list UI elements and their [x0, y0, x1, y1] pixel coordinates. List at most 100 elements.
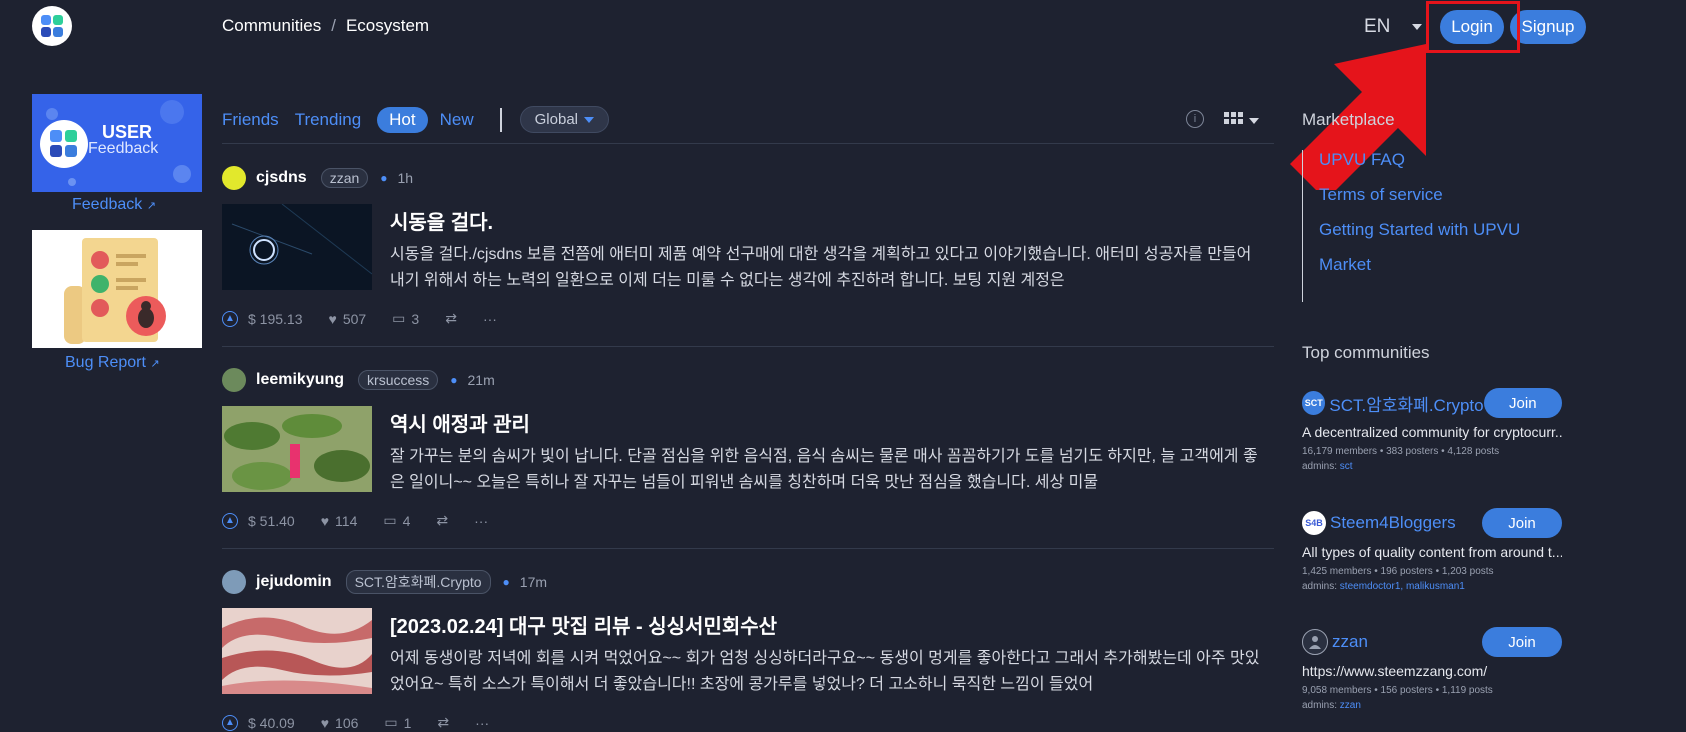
post-thumbnail-image: [222, 608, 372, 694]
avatar[interactable]: [222, 368, 246, 392]
post-title[interactable]: [2023.02.24] 대구 맛집 리뷰 - 싱싱서민회수산: [390, 610, 777, 639]
post-item[interactable]: cjsdns zzan ● 1h 시동을 걸다. 시동을 걸다./cjsdns …: [222, 166, 1274, 336]
community-avatar[interactable]: SCT: [1302, 391, 1326, 415]
admin-link[interactable]: sct: [1340, 461, 1353, 472]
comment-icon: ▭: [384, 714, 398, 730]
language-label: EN: [1364, 16, 1391, 37]
marketplace-link-getting-started[interactable]: Getting Started with UPVU: [1319, 220, 1520, 240]
community-tag[interactable]: SCT.암호화폐.Crypto: [345, 570, 491, 594]
avatar[interactable]: [222, 570, 246, 594]
comments-count[interactable]: ▭ 3: [392, 310, 419, 327]
post-title[interactable]: 시동을 걸다.: [390, 206, 493, 235]
community-tag[interactable]: krsuccess: [358, 370, 439, 390]
resteem-icon[interactable]: ⇄: [437, 714, 449, 731]
post-excerpt[interactable]: 어제 동생이랑 저녁에 회를 시켜 먹었어요~~ 회가 엄청 싱싱하더라구요~~…: [390, 646, 1270, 698]
community-stats: 16,179 members • 383 posters • 4,128 pos…: [1302, 446, 1500, 457]
post-thumbnail[interactable]: [222, 204, 372, 290]
post-actions: ▲ $ 40.09 ♥ 106 ▭ 1 ⇄ ···: [222, 714, 515, 731]
community-admins: admins: steemdoctor1, malikusman1: [1302, 581, 1562, 592]
community-admins: admins: sct: [1302, 461, 1562, 472]
feedback-banner-subtitle: Feedback: [88, 140, 159, 157]
post-thumbnail-image: [222, 204, 372, 290]
post-title[interactable]: 역시 애정과 관리: [390, 408, 530, 437]
marketplace-link-terms[interactable]: Terms of service: [1319, 185, 1520, 205]
breadcrumb-communities[interactable]: Communities: [222, 16, 321, 36]
breadcrumb-separator: /: [331, 16, 336, 35]
tab-new[interactable]: New: [440, 110, 474, 130]
post-author[interactable]: leemikyung: [256, 371, 344, 389]
votes-value: 106: [335, 714, 359, 731]
external-link-icon: ↗: [150, 358, 160, 370]
post-meta: cjsdns zzan ● 1h: [222, 166, 413, 190]
votes-count[interactable]: ♥ 106: [321, 715, 359, 731]
post-author[interactable]: cjsdns: [256, 169, 307, 187]
tab-friends[interactable]: Friends: [222, 110, 279, 130]
tabs-divider: [499, 107, 502, 132]
post-time: 1h: [397, 170, 414, 186]
community-card: zzan Join https://www.steemzzang.com/ 9,…: [1302, 627, 1562, 711]
admin-link[interactable]: zzan: [1340, 700, 1361, 711]
more-options-icon[interactable]: ···: [474, 513, 488, 529]
join-button[interactable]: Join: [1482, 627, 1562, 657]
bug-report-link[interactable]: Bug Report ↗: [65, 354, 160, 372]
feedback-link[interactable]: Feedback ↗: [72, 196, 156, 214]
login-highlight-box: [1426, 1, 1520, 53]
marketplace-title: Marketplace: [1302, 110, 1395, 129]
user-avatar-icon[interactable]: [1302, 629, 1328, 655]
post-author[interactable]: jejudomin: [256, 573, 332, 591]
votes-count[interactable]: ♥ 114: [321, 513, 358, 529]
global-filter-dropdown[interactable]: Global: [519, 106, 609, 133]
community-name[interactable]: Steem4Bloggers: [1330, 513, 1482, 533]
post-excerpt[interactable]: 잘 가꾸는 분의 솜씨가 빛이 납니다. 단골 점심을 위한 음식점, 음식 솜…: [390, 444, 1270, 496]
more-options-icon[interactable]: ···: [483, 311, 497, 327]
comments-value: 1: [403, 714, 412, 731]
resteem-icon[interactable]: ⇄: [445, 310, 457, 327]
comments-count[interactable]: ▭ 1: [384, 714, 411, 731]
grid-view-icon[interactable]: [1224, 112, 1243, 124]
post-excerpt[interactable]: 시동을 걸다./cjsdns 보름 전쯤에 애터미 제품 예약 선구매에 대한 …: [390, 242, 1270, 294]
bug-report-banner[interactable]: [32, 230, 202, 348]
site-logo[interactable]: [32, 6, 72, 46]
post-meta: jejudomin SCT.암호화폐.Crypto ● 17m: [222, 570, 547, 594]
tab-trending[interactable]: Trending: [295, 110, 361, 130]
marketplace-link-faq[interactable]: UPVU FAQ: [1319, 150, 1520, 170]
breadcrumb-ecosystem[interactable]: Ecosystem: [346, 16, 429, 36]
more-options-icon[interactable]: ···: [475, 715, 489, 731]
post-item[interactable]: jejudomin SCT.암호화폐.Crypto ● 17m [2023.02…: [222, 570, 1274, 732]
post-thumbnail[interactable]: [222, 406, 372, 492]
admin-link[interactable]: steemdoctor1, malikusman1: [1340, 581, 1465, 592]
marketplace-link-market[interactable]: Market: [1319, 255, 1520, 275]
community-tag[interactable]: zzan: [320, 168, 369, 188]
community-stats: 1,425 members • 196 posters • 1,203 post…: [1302, 566, 1494, 577]
community-card: S4B Steem4Bloggers Join All types of qua…: [1302, 508, 1562, 592]
community-name[interactable]: SCT.암호화폐.Crypto: [1329, 391, 1483, 416]
upvote-icon[interactable]: ▲: [222, 310, 238, 327]
join-button[interactable]: Join: [1482, 508, 1562, 538]
user-feedback-banner[interactable]: USER Feedback: [32, 94, 202, 192]
join-button[interactable]: Join: [1483, 388, 1562, 418]
votes-count[interactable]: ♥ 507: [329, 311, 367, 327]
info-icon[interactable]: i: [1186, 110, 1204, 128]
tab-hot[interactable]: Hot: [377, 106, 428, 133]
post-item[interactable]: leemikyung krsuccess ● 21m 역시 애정과 관리 잘 가…: [222, 368, 1274, 538]
community-avatar[interactable]: S4B: [1302, 511, 1326, 535]
chevron-down-icon[interactable]: [1249, 118, 1259, 124]
upvote-icon[interactable]: ▲: [222, 512, 238, 529]
signup-button[interactable]: Signup: [1510, 10, 1586, 44]
post-payout[interactable]: $ 40.09: [248, 715, 295, 731]
resteem-icon[interactable]: ⇄: [436, 512, 448, 529]
avatar[interactable]: [222, 166, 246, 190]
post-thumbnail[interactable]: [222, 608, 372, 694]
community-admins: admins: zzan: [1302, 700, 1562, 711]
language-selector[interactable]: EN: [1364, 16, 1423, 38]
upvote-icon[interactable]: ▲: [222, 714, 238, 731]
heart-icon: ♥: [320, 714, 330, 731]
community-name[interactable]: zzan: [1332, 632, 1482, 652]
upvu-logo-icon: [36, 10, 68, 42]
dot-separator: ●: [380, 171, 388, 185]
community-description: All types of quality content from around…: [1302, 544, 1562, 560]
community-description: https://www.steemzzang.com/: [1302, 663, 1488, 679]
comments-count[interactable]: ▭ 4: [383, 512, 410, 529]
post-payout[interactable]: $ 51.40: [248, 513, 295, 529]
post-payout[interactable]: $ 195.13: [248, 311, 303, 327]
